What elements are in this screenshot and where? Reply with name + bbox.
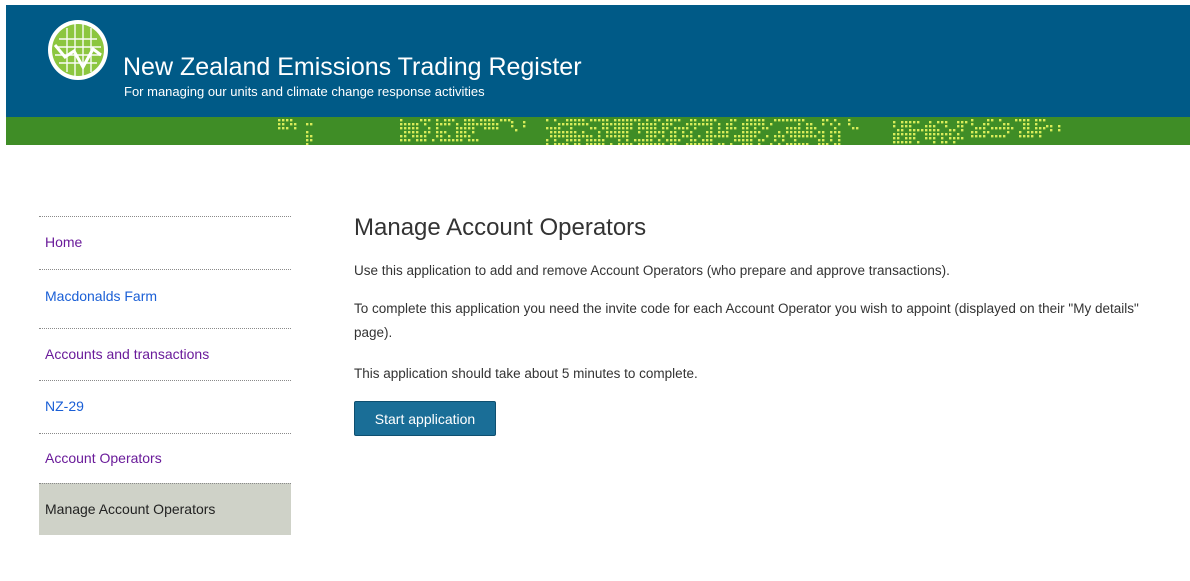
dotted-world-map-graphic	[278, 119, 1061, 145]
site-subtitle: For managing our units and climate chang…	[124, 84, 485, 99]
duration-text: This application should take about 5 min…	[354, 366, 698, 381]
world-map-strip	[6, 117, 1190, 145]
sidebar-item-manage-account-operators: Manage Account Operators	[39, 483, 291, 535]
globe-chart-logo-icon[interactable]	[47, 19, 109, 81]
sidebar-item-accounts-and-transactions[interactable]: Accounts and transactions	[39, 328, 291, 380]
sidebar-item-macdonalds-farm[interactable]: Macdonalds Farm	[39, 269, 291, 328]
start-application-button[interactable]: Start application	[354, 401, 496, 436]
site-title: New Zealand Emissions Trading Register	[123, 53, 582, 81]
requirement-text: To complete this application you need th…	[354, 301, 1139, 340]
intro-text: Use this application to add and remove A…	[354, 263, 950, 278]
page-title: Manage Account Operators	[354, 214, 647, 241]
sidebar-nav: Home Macdonalds Farm Accounts and transa…	[39, 216, 291, 535]
sidebar-item-nz-29[interactable]: NZ-29	[39, 380, 291, 433]
sidebar-item-home[interactable]: Home	[39, 216, 291, 269]
site-header: New Zealand Emissions Trading Register F…	[6, 5, 1190, 117]
sidebar-item-account-operators[interactable]: Account Operators	[39, 433, 291, 483]
